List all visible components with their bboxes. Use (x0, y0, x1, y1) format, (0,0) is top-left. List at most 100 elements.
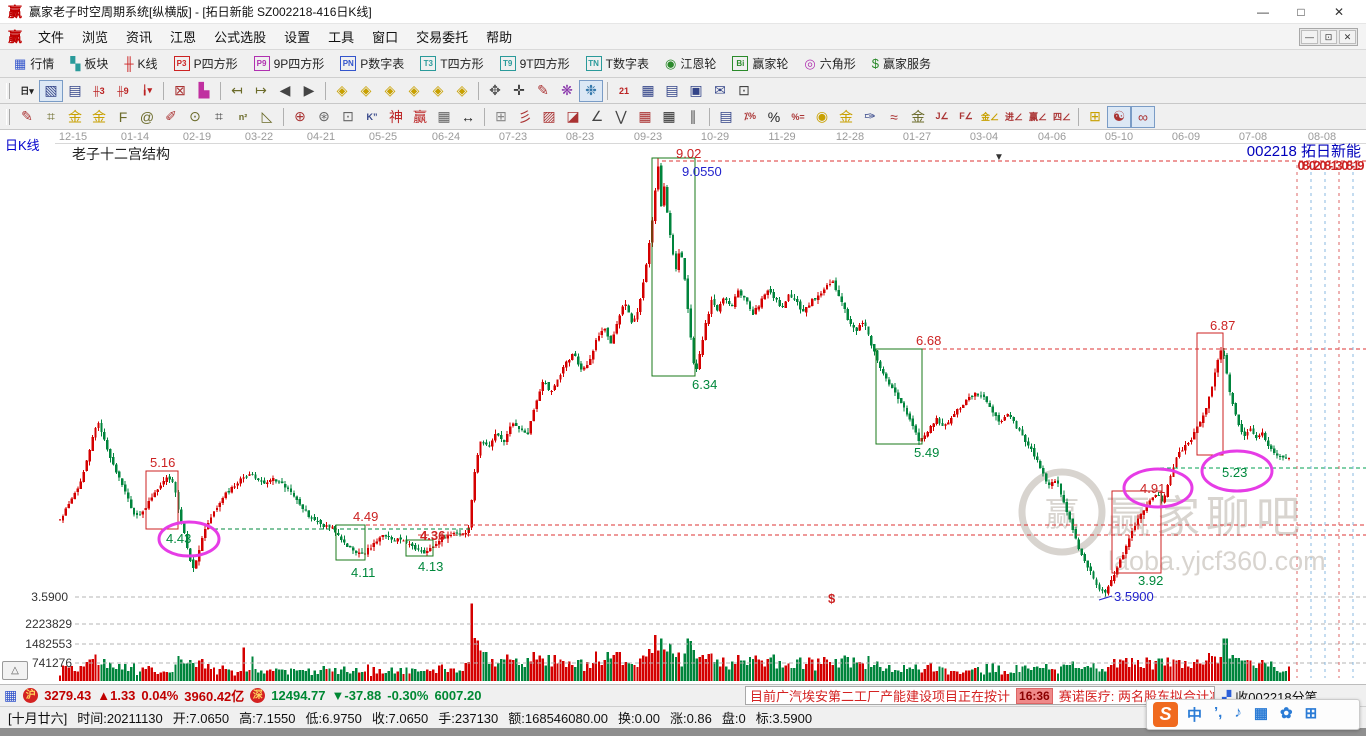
zoom-out-x-button[interactable]: ◈ (330, 80, 354, 102)
stats-panel-button[interactable]: ▤ (714, 106, 738, 128)
protractor-button[interactable]: ◺ (255, 106, 279, 128)
expand-chart-button[interactable]: △ (2, 661, 28, 680)
drag-hand-button[interactable]: ✥ (483, 80, 507, 102)
menu-item-公式选股[interactable]: 公式选股 (205, 24, 275, 49)
sz-index-icon[interactable]: 深 (250, 688, 265, 703)
gold-grid-a-button[interactable]: 金 (63, 106, 87, 128)
fib-grid-button[interactable]: F (111, 106, 135, 128)
last-page-button[interactable]: ↦ (249, 80, 273, 102)
menu-item-江恩[interactable]: 江恩 (161, 24, 205, 49)
toolbar-p-table-button[interactable]: PNP数字表 (332, 53, 412, 74)
n2-button[interactable]: n² (231, 106, 255, 128)
ime-punctuation-button[interactable]: ’, (1214, 704, 1222, 725)
shen-button[interactable]: 神 (384, 106, 408, 128)
shrink-x-button[interactable]: ◈ (402, 80, 426, 102)
toolbar-winner-service-button[interactable]: $赢家服务 (864, 53, 939, 74)
ruler-grid-button[interactable]: ▦ (432, 106, 456, 128)
save-button[interactable]: ▣ (684, 80, 708, 102)
analysis-blue-button[interactable]: ❉ (579, 80, 603, 102)
f-angle-button[interactable]: F∠ (954, 106, 978, 128)
ime-toolbox-button[interactable]: ⊞ (1305, 704, 1318, 725)
sz-index-value[interactable]: 12494.77 (271, 688, 325, 703)
menu-item-窗口[interactable]: 窗口 (363, 24, 407, 49)
chart-canvas[interactable]: 赢赢家聊吧laoba.yjcf360.com12-1501-1402-1903-… (0, 130, 1366, 684)
draw-pen-button[interactable]: ✎ (15, 106, 39, 128)
color-volume-button[interactable]: ▙ (192, 80, 216, 102)
jin-angle-button[interactable]: 进∠ (1002, 106, 1026, 128)
zoom-select-button[interactable]: ▧ (39, 80, 63, 102)
shrink-y-button[interactable]: ◈ (450, 80, 474, 102)
menu-item-工具[interactable]: 工具 (319, 24, 363, 49)
analysis-purple-button[interactable]: ❋ (555, 80, 579, 102)
j-angle-button[interactable]: J∠ (930, 106, 954, 128)
red-grid-button[interactable]: ▦ (633, 106, 657, 128)
info-view-button[interactable]: ▤ (63, 80, 87, 102)
menu-item-帮助[interactable]: 帮助 (477, 24, 521, 49)
kline-style-button[interactable]: ╽▾ (135, 80, 159, 102)
small-grid-button[interactable]: ⌗ (207, 106, 231, 128)
fan-box-button[interactable]: ▨ (537, 106, 561, 128)
toolbar-hexagon-button[interactable]: ◎六角形 (796, 53, 863, 74)
menu-item-资讯[interactable]: 资讯 (117, 24, 161, 49)
mdi-close-button[interactable]: ✕ (1339, 30, 1356, 44)
gold2-angle-button[interactable]: 金∠ (978, 106, 1002, 128)
menu-item-交易委托[interactable]: 交易委托 (407, 24, 477, 49)
span-measure-button[interactable]: ↔ (456, 106, 480, 128)
minimize-button[interactable]: — (1244, 5, 1282, 19)
window-grid-button[interactable]: ⊞ (489, 106, 513, 128)
first-page-button[interactable]: ↤ (225, 80, 249, 102)
corner-box-button[interactable]: ◪ (561, 106, 585, 128)
ime-keyboard-button[interactable]: ▦ (1254, 704, 1268, 725)
wave-a-button[interactable]: ≈ (882, 106, 906, 128)
close-button[interactable]: ✕ (1320, 5, 1358, 19)
expand-x-button[interactable]: ◈ (378, 80, 402, 102)
annotate-pen-button[interactable]: ✎ (531, 80, 555, 102)
sh-index-icon[interactable]: 沪 (23, 688, 38, 703)
si-angle-button[interactable]: 四∠ (1050, 106, 1074, 128)
fan-lines-button[interactable]: 彡 (513, 106, 537, 128)
period-day-button[interactable]: 日▾ (15, 80, 39, 102)
chart-area[interactable]: 赢赢家聊吧laoba.yjcf360.com12-1501-1402-1903-… (0, 130, 1366, 684)
menu-item-浏览[interactable]: 浏览 (73, 24, 117, 49)
kline-9-button[interactable]: ╫9 (111, 80, 135, 102)
mdi-restore-button[interactable]: ⊡ (1320, 30, 1337, 44)
toolbar-t-table-button[interactable]: TNT数字表 (578, 53, 657, 74)
pattern-edit-button[interactable]: ⊠ (168, 80, 192, 102)
dark-grid-button[interactable]: ▦ (657, 106, 681, 128)
toolbar-sectors-button[interactable]: ▚板块 (62, 53, 116, 74)
ime-skin-button[interactable]: ✿ (1280, 704, 1293, 725)
calendar-button[interactable]: 21 (612, 80, 636, 102)
mdi-minimize-button[interactable]: — (1301, 30, 1318, 44)
infinity-button[interactable]: ∞ (1131, 106, 1155, 128)
expand-y-button[interactable]: ◈ (426, 80, 450, 102)
news-ticker[interactable]: 目前广汽埃安第二工厂产能建设项目正在按计16:36赛诺医疗: 两名股东拟合计减持… (745, 686, 1215, 705)
menu-item-文件[interactable]: 文件 (29, 24, 73, 49)
toolbar-quotes-button[interactable]: ▦行情 (6, 53, 62, 74)
news-time-badge[interactable]: 16:36 (1016, 688, 1053, 704)
calculator-button[interactable]: ▦ (636, 80, 660, 102)
toolbar-kline-button[interactable]: ╫K线 (116, 53, 165, 74)
ime-lang-toggle-button[interactable]: 中 (1187, 704, 1202, 725)
percent-button[interactable]: % (762, 106, 786, 128)
taiji-button[interactable]: ☯ (1107, 106, 1131, 128)
parallel-lines-button[interactable]: ∥ (681, 106, 705, 128)
ime-logo[interactable]: S (1153, 702, 1178, 727)
send-button[interactable]: ✉ (708, 80, 732, 102)
zoom-in-x-button[interactable]: ◈ (354, 80, 378, 102)
gold-line-button[interactable]: 金 (834, 106, 858, 128)
news-headline[interactable]: 目前广汽埃安第二工厂产能建设项目正在按计 (750, 686, 1010, 705)
toolbar-9p-square-button[interactable]: P99P四方形 (246, 53, 333, 74)
spiral-button[interactable]: @ (135, 106, 159, 128)
angle-lines-button[interactable]: ∠ (585, 106, 609, 128)
k-quote-button[interactable]: K” (360, 106, 384, 128)
next-button[interactable]: ▶ (297, 80, 321, 102)
pct-line-button[interactable]: %= (786, 106, 810, 128)
ime-mic-button[interactable]: ♪ (1234, 704, 1242, 725)
gold-grid-b-button[interactable]: 金 (87, 106, 111, 128)
pct-wave-button[interactable]: ⁒% (738, 106, 762, 128)
toolbar-t-square-button[interactable]: T3T四方形 (412, 53, 491, 74)
gann-grid-button[interactable]: ⌗ (39, 106, 63, 128)
prev-button[interactable]: ◀ (273, 80, 297, 102)
toolbar-p-square-button[interactable]: P3P四方形 (166, 53, 246, 74)
ying-angle-button[interactable]: 赢∠ (1026, 106, 1050, 128)
